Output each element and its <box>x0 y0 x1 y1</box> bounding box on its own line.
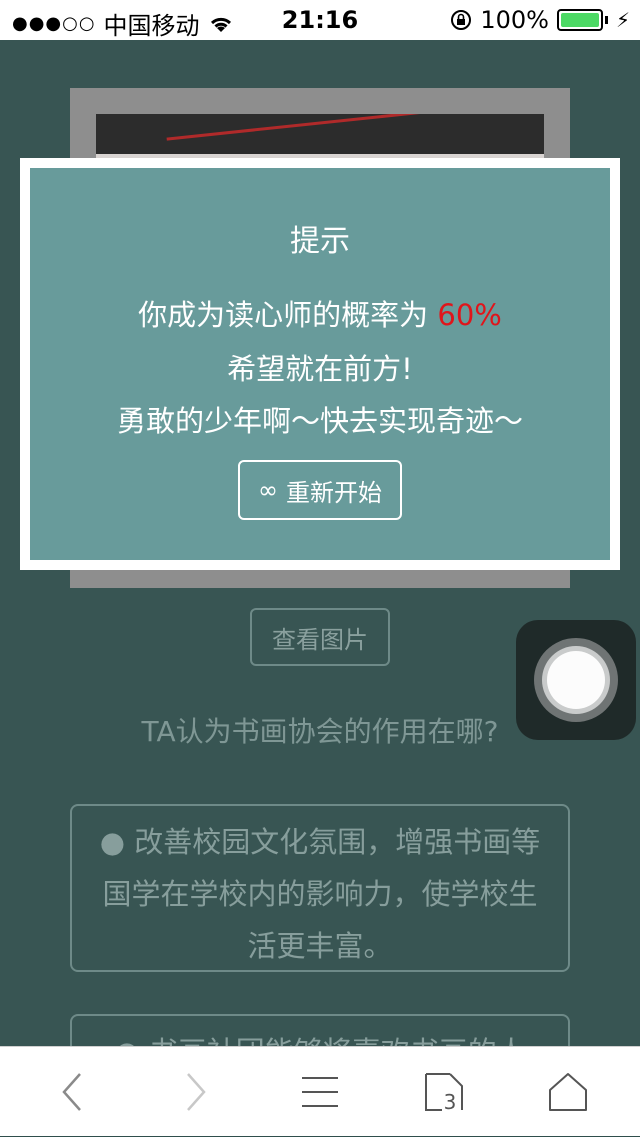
tabs-icon: 3 <box>425 1073 463 1112</box>
browser-toolbar: 3 <box>0 1046 640 1136</box>
home-icon <box>549 1073 587 1111</box>
tabs-button[interactable]: 3 <box>394 1047 494 1137</box>
status-right: 100% ⚡ <box>450 6 630 34</box>
view-image-button[interactable]: 查看图片 <box>250 608 390 666</box>
encourage-line-2: 勇敢的少年啊～快去实现奇迹～ <box>116 404 523 438</box>
status-bar: ●●●○○ 中国移动 21:16 100% ⚡ <box>0 0 640 40</box>
forward-icon <box>187 1073 206 1111</box>
charging-icon: ⚡ <box>615 8 630 32</box>
infinity-icon: ∞ <box>258 476 278 504</box>
result-dialog: 提示 你成为读心师的概率为 60% 希望就在前方! 勇敢的少年啊～快去实现奇迹～… <box>20 158 620 570</box>
back-icon <box>62 1073 81 1111</box>
restart-button[interactable]: ∞ 重新开始 <box>238 460 402 520</box>
back-button[interactable] <box>22 1047 122 1137</box>
encourage-line-1: 希望就在前方! <box>227 352 413 386</box>
battery-tip <box>604 16 608 24</box>
battery-percent: 100% <box>480 6 549 34</box>
orientation-lock-icon <box>451 10 472 30</box>
tabs-count: 3 <box>444 1090 457 1112</box>
assistive-touch-button[interactable] <box>516 620 636 740</box>
result-dialog-body: 提示 你成为读心师的概率为 60% 希望就在前方! 勇敢的少年啊～快去实现奇迹～… <box>30 168 610 560</box>
restart-label: 重新开始 <box>286 478 382 507</box>
probability-line: 你成为读心师的概率为 60% <box>30 292 610 334</box>
home-button[interactable] <box>518 1047 618 1137</box>
dialog-title: 提示 <box>290 224 350 259</box>
probability-value: 60% <box>437 298 502 332</box>
battery-icon <box>556 9 603 31</box>
menu-icon <box>302 1077 338 1107</box>
forward-button[interactable] <box>146 1047 246 1137</box>
answer-option[interactable]: ● 改善校园文化氛围，增强书画等国学在学校内的影响力，使学校生活更丰富。 <box>70 804 570 972</box>
probability-label: 你成为读心师的概率为 <box>138 298 429 332</box>
menu-button[interactable] <box>270 1047 370 1137</box>
